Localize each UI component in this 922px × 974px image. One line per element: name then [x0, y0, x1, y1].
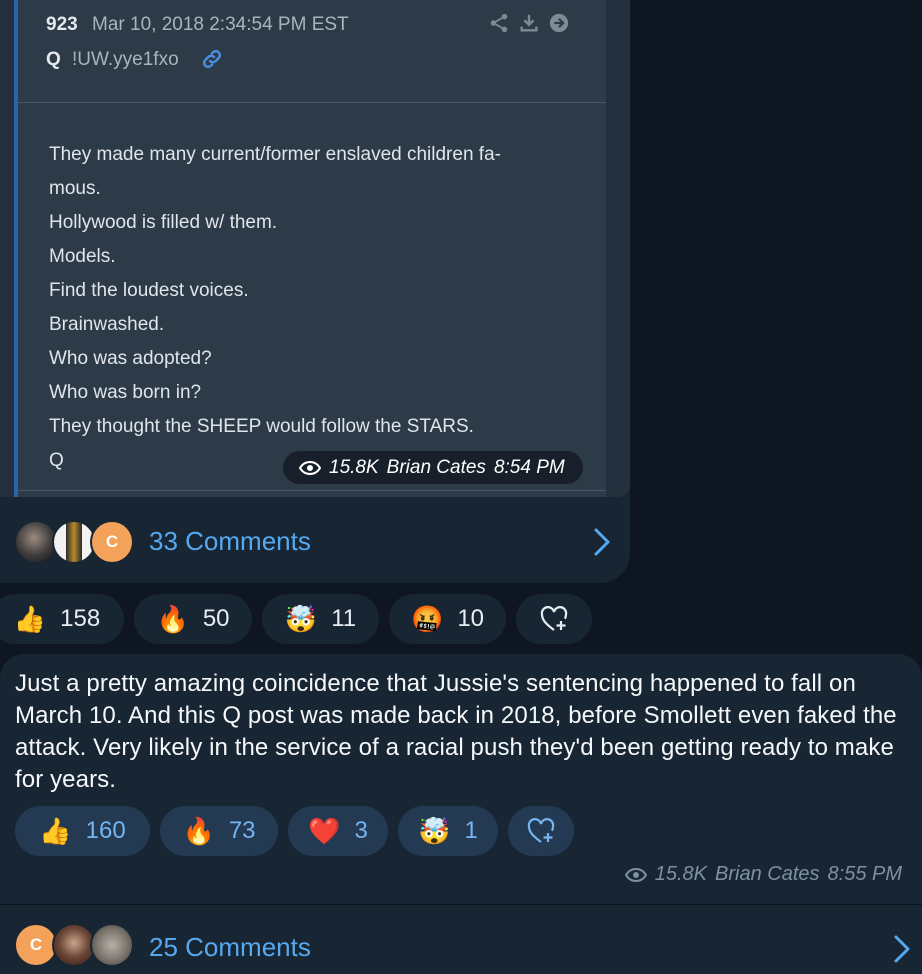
reaction-count: 50 — [202, 605, 230, 632]
share-icon — [490, 13, 508, 33]
fire-icon: 🔥 — [156, 604, 189, 634]
reaction-count: 158 — [60, 605, 101, 632]
q-post-body: They made many current/former enslaved c… — [49, 138, 589, 478]
reaction-thumbs-up[interactable]: 👍 158 — [0, 594, 124, 644]
avatar-letter: C — [105, 532, 119, 551]
channel-post-2: Just a pretty amazing coincidence that J… — [0, 654, 922, 974]
reaction-exploding-head[interactable]: 🤯 1 — [398, 806, 498, 856]
commenter-avatars: C — [14, 520, 134, 566]
avatar — [90, 923, 134, 967]
message-text: Just a pretty amazing coincidence that J… — [15, 670, 897, 793]
q-post-header: 923 Mar 10, 2018 2:34:54 PM EST Q !UW.yy… — [18, 0, 606, 103]
heart-icon: ❤️ — [308, 816, 341, 846]
reactions-post-1: 👍 158 🔥 50 🤯 11 🤬 10 — [0, 594, 592, 644]
channel-post-1: 923 Mar 10, 2018 2:34:54 PM EST Q !UW.yy… — [0, 0, 630, 583]
divider — [18, 490, 606, 491]
chevron-right-icon — [594, 528, 610, 556]
comments-label: 33 Comments — [149, 526, 311, 556]
post-author: Q — [46, 49, 61, 70]
heart-plus-icon — [527, 818, 555, 843]
view-count: 15.8K — [329, 456, 379, 478]
post-line: They thought the SHEEP would follow the … — [49, 416, 474, 437]
message-author: Brian Cates — [715, 863, 820, 885]
eye-icon — [624, 867, 647, 882]
post-line: mous. — [49, 178, 101, 199]
post-line: Who was born in? — [49, 382, 202, 403]
comments-button[interactable]: C 33 Comments — [0, 500, 630, 583]
avatar: C — [90, 520, 134, 564]
post-line: Who was adopted? — [49, 348, 212, 369]
reaction-thumbs-up[interactable]: 👍 160 — [15, 806, 150, 856]
add-reaction-button[interactable] — [508, 806, 574, 856]
comments-button[interactable]: C 25 Comments — [0, 906, 922, 974]
reaction-count: 160 — [85, 817, 126, 844]
divider — [0, 904, 922, 905]
post-line: Models. — [49, 246, 116, 267]
post-tripcode: !UW.yye1fxo — [72, 49, 179, 70]
add-reaction-button[interactable] — [516, 594, 592, 644]
post-actions — [488, 12, 570, 34]
chevron-right-icon — [894, 935, 910, 963]
reaction-fire[interactable]: 🔥 73 — [160, 806, 278, 856]
post-line: They made many current/former enslaved c… — [49, 144, 501, 165]
exploding-head-icon: 🤯 — [418, 816, 451, 846]
q-post-card: 923 Mar 10, 2018 2:34:54 PM EST Q !UW.yy… — [14, 0, 606, 497]
reaction-count: 3 — [354, 817, 368, 844]
link-icon — [202, 49, 222, 69]
post-line: Hollywood is filled w/ them. — [49, 212, 278, 233]
thumbs-up-icon: 👍 — [39, 816, 72, 846]
reaction-heart[interactable]: ❤️ 3 — [288, 806, 388, 856]
exploding-head-icon: 🤯 — [284, 604, 318, 634]
download-icon — [520, 14, 538, 32]
reaction-count: 11 — [331, 605, 357, 632]
reactions-post-2: 👍 160 🔥 73 ❤️ 3 🤯 1 — [15, 806, 574, 856]
reaction-count: 10 — [457, 605, 485, 632]
q-post-screenshot[interactable]: 923 Mar 10, 2018 2:34:54 PM EST Q !UW.yy… — [0, 0, 630, 497]
arrow-circle-icon — [549, 13, 569, 33]
reaction-cursing-face[interactable]: 🤬 10 — [389, 594, 506, 644]
message-meta: 15.8K Brian Cates 8:55 PM — [624, 863, 902, 886]
message-author: Brian Cates — [386, 456, 486, 478]
reaction-count: 1 — [464, 817, 478, 844]
heart-plus-icon — [540, 606, 568, 631]
reaction-count: 73 — [228, 817, 256, 844]
thumbs-up-icon: 👍 — [13, 604, 47, 634]
comments-label: 25 Comments — [149, 932, 311, 962]
post-date: Mar 10, 2018 2:34:54 PM EST — [92, 14, 349, 35]
reaction-exploding-head[interactable]: 🤯 11 — [262, 594, 379, 644]
avatar-letter: C — [29, 935, 43, 954]
post-line: Brainwashed. — [49, 314, 165, 335]
view-count: 15.8K — [654, 863, 708, 885]
message-meta: 15.8K Brian Cates 8:54 PM — [283, 451, 583, 484]
eye-icon — [299, 460, 321, 475]
fire-icon: 🔥 — [182, 816, 215, 846]
reaction-fire[interactable]: 🔥 50 — [134, 594, 252, 644]
commenter-avatars: C — [14, 923, 134, 969]
message-time: 8:54 PM — [493, 456, 565, 478]
cursing-face-icon: 🤬 — [410, 604, 444, 634]
post-number: 923 — [46, 14, 78, 35]
message-time: 8:55 PM — [827, 863, 902, 885]
post-line: Find the loudest voices. — [49, 280, 249, 301]
